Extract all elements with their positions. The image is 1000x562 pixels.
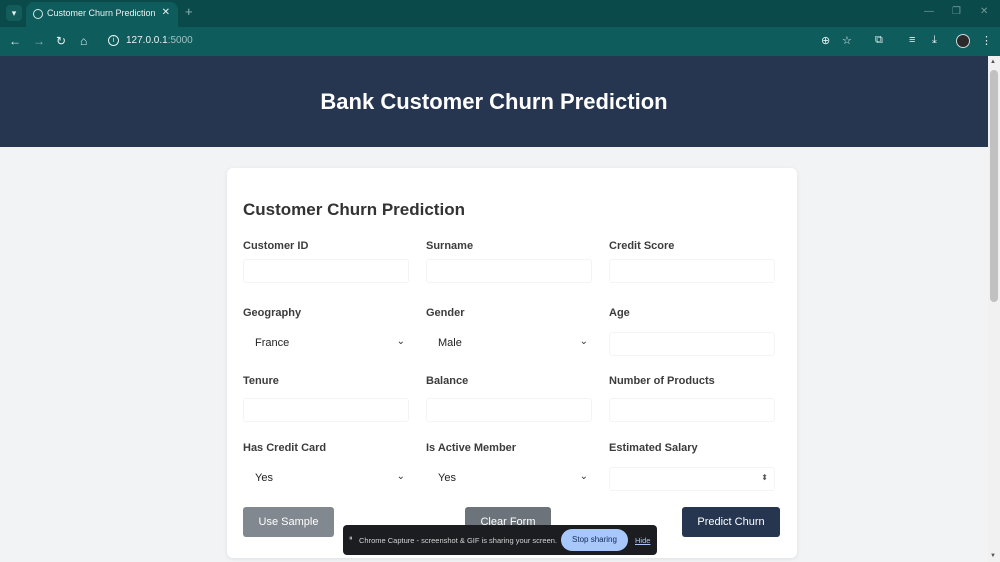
has-credit-card-value: Yes xyxy=(255,472,273,484)
number-spinner-icon[interactable]: ⬍ xyxy=(761,473,768,482)
zoom-icon[interactable]: ⊕ xyxy=(821,34,830,47)
use-sample-button[interactable]: Use Sample xyxy=(243,507,334,537)
predict-churn-button[interactable]: Predict Churn xyxy=(682,507,780,537)
scroll-up-icon[interactable]: ▲ xyxy=(990,59,996,65)
chevron-down-icon: ⌄ xyxy=(396,471,405,482)
is-active-member-label: Is Active Member xyxy=(426,442,517,454)
gender-select[interactable]: Male ⌄ xyxy=(426,332,596,356)
chevron-down-icon: ⌄ xyxy=(579,336,588,347)
profile-avatar[interactable] xyxy=(956,34,970,48)
scrollbar-thumb[interactable] xyxy=(990,70,998,302)
browser-tab-bar: ▾ Customer Churn Prediction ✕ + — ❐ ✕ xyxy=(0,0,1000,27)
tab-title: Customer Churn Prediction xyxy=(47,8,156,18)
estimated-salary-label: Estimated Salary xyxy=(609,442,698,454)
gender-label: Gender xyxy=(426,307,465,319)
has-credit-card-label: Has Credit Card xyxy=(243,442,327,454)
has-credit-card-select[interactable]: Yes ⌄ xyxy=(243,467,413,491)
site-info-icon[interactable]: i xyxy=(108,35,119,46)
reload-icon[interactable]: ↻ xyxy=(56,34,66,48)
gender-value: Male xyxy=(438,337,462,349)
scroll-down-icon[interactable]: ▼ xyxy=(990,553,996,559)
stop-sharing-button[interactable]: Stop sharing xyxy=(561,529,628,551)
surname-label: Surname xyxy=(426,240,474,252)
forward-icon[interactable]: → xyxy=(33,34,45,48)
credit-score-label: Credit Score xyxy=(609,240,675,252)
tenure-label: Tenure xyxy=(243,375,279,387)
globe-icon xyxy=(33,9,43,19)
tab-search-icon[interactable]: ▾ xyxy=(6,5,22,21)
customer-id-label: Customer ID xyxy=(243,240,309,252)
is-active-member-select[interactable]: Yes ⌄ xyxy=(426,467,596,491)
extensions-icon[interactable]: ⧉ xyxy=(875,34,883,47)
media-control-icon[interactable]: ≡ xyxy=(909,34,915,46)
geography-value: France xyxy=(255,337,290,349)
address-bar[interactable]: 127.0.0.1:5000 xyxy=(126,35,193,46)
credit-score-input[interactable] xyxy=(609,259,775,283)
page-title: Bank Customer Churn Prediction xyxy=(320,89,668,114)
share-message: Chrome Capture - screenshot & GIF is sha… xyxy=(359,536,557,545)
is-active-member-value: Yes xyxy=(438,472,456,484)
window-close-icon[interactable]: ✕ xyxy=(980,6,988,17)
num-products-input[interactable] xyxy=(609,398,775,422)
chevron-down-icon: ⌄ xyxy=(396,336,405,347)
estimated-salary-input[interactable]: ⬍ xyxy=(609,467,775,491)
prediction-form-card: Customer Churn Prediction Customer ID Su… xyxy=(227,168,797,558)
balance-label: Balance xyxy=(426,375,469,387)
menu-icon[interactable]: ⋮ xyxy=(981,34,992,47)
geography-label: Geography xyxy=(243,307,302,319)
num-products-label: Number of Products xyxy=(609,375,715,387)
new-tab-icon[interactable]: + xyxy=(185,4,193,19)
page-scrollbar[interactable]: ▲ ▼ xyxy=(988,56,1000,562)
hide-link[interactable]: Hide xyxy=(635,536,650,545)
balance-input[interactable] xyxy=(426,398,592,422)
close-icon[interactable]: ✕ xyxy=(162,7,170,18)
surname-input[interactable] xyxy=(426,259,592,283)
back-icon[interactable]: ← xyxy=(9,34,21,48)
download-icon[interactable]: ⤓ xyxy=(932,34,937,47)
age-label: Age xyxy=(609,307,630,319)
chevron-down-icon: ⌄ xyxy=(579,471,588,482)
browser-toolbar: ← → ↻ ⌂ i 127.0.0.1:5000 ⊕ ☆ ⧉ ≡ ⤓ ⋮ xyxy=(0,27,1000,56)
browser-tab[interactable]: Customer Churn Prediction ✕ xyxy=(26,2,178,27)
minimize-icon[interactable]: — xyxy=(924,6,934,17)
maximize-icon[interactable]: ❐ xyxy=(952,6,961,17)
customer-id-input[interactable] xyxy=(243,259,409,283)
age-input[interactable] xyxy=(609,332,775,356)
home-icon[interactable]: ⌂ xyxy=(80,34,87,48)
tenure-input[interactable] xyxy=(243,398,409,422)
geography-select[interactable]: France ⌄ xyxy=(243,332,413,356)
pause-icon: ⏸ xyxy=(349,535,353,542)
page-header: Bank Customer Churn Prediction xyxy=(0,56,988,147)
screen-share-bar: ⏸ Chrome Capture - screenshot & GIF is s… xyxy=(343,525,657,555)
form-title: Customer Churn Prediction xyxy=(243,200,465,219)
bookmark-star-icon[interactable]: ☆ xyxy=(842,34,852,47)
